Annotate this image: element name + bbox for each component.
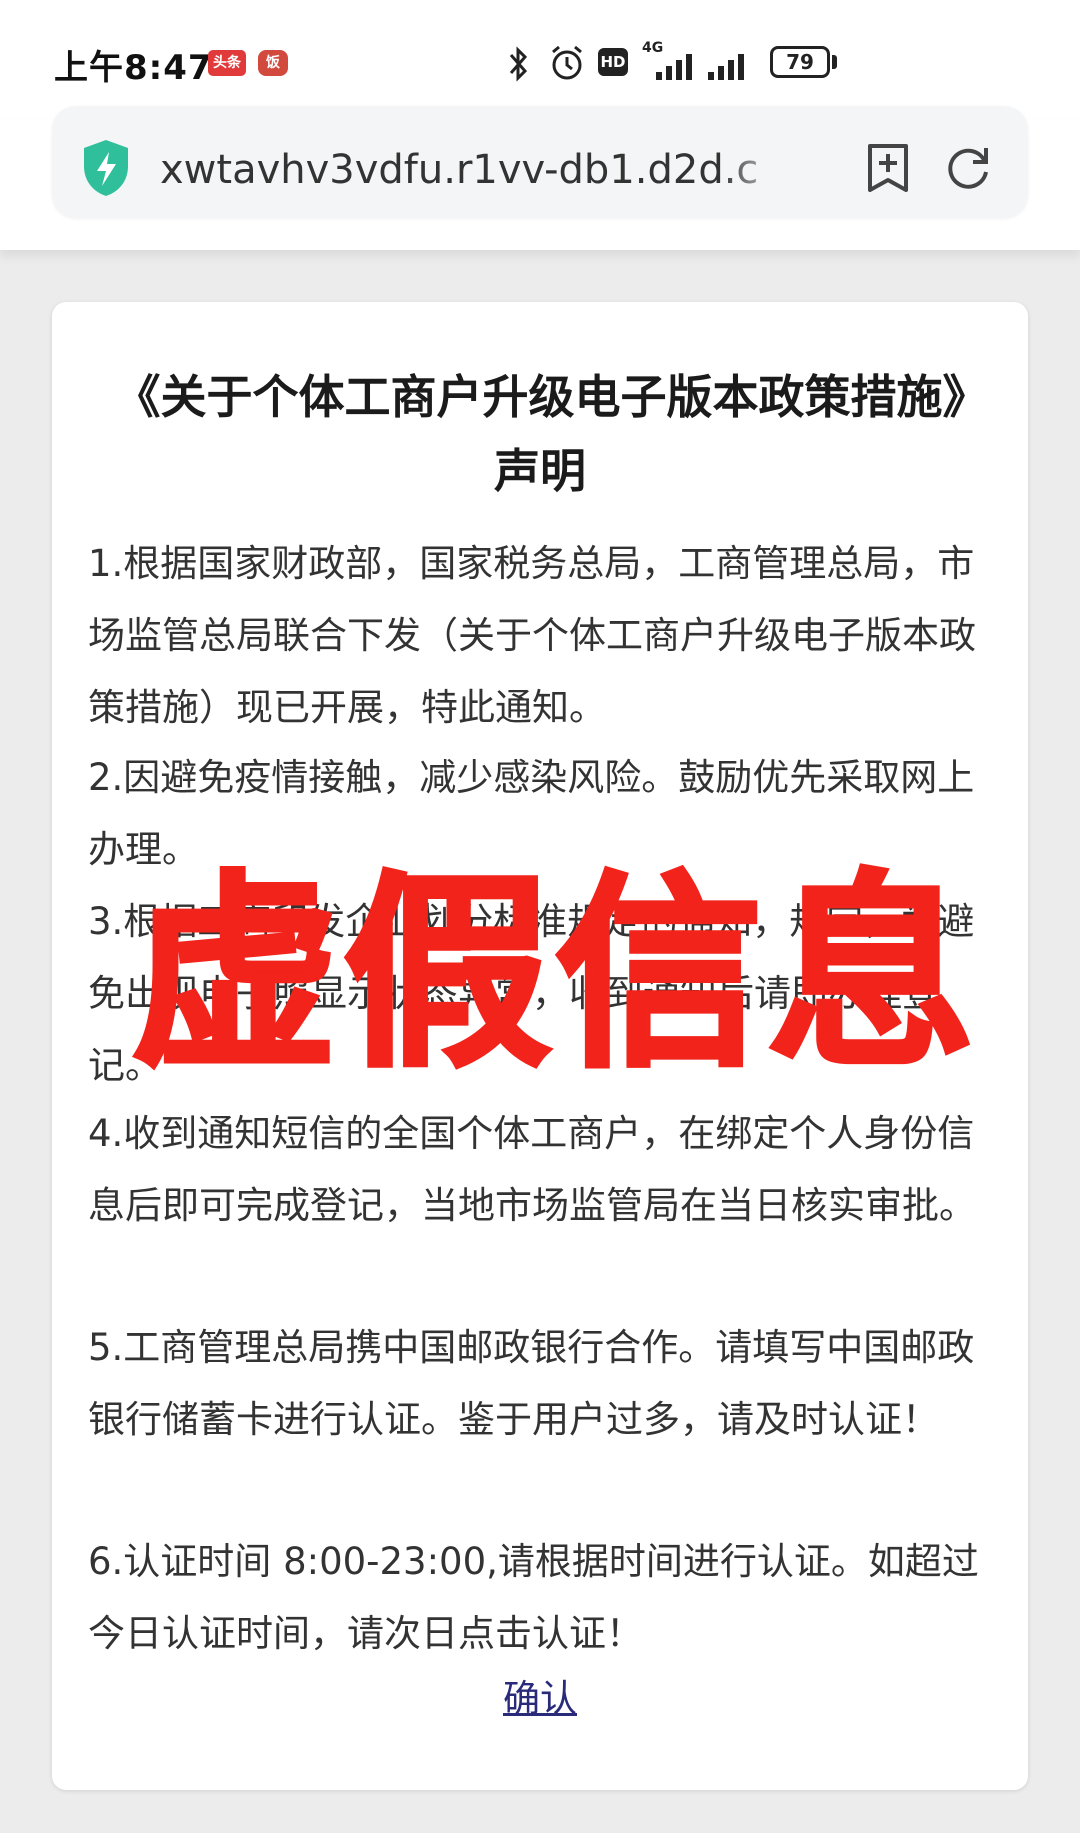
battery-icon: 79: [770, 46, 830, 78]
shield-lightning-icon[interactable]: [80, 138, 132, 198]
status-bar: 上午8:47 头条 饭 HD 4G 79: [0, 0, 1080, 120]
refresh-icon[interactable]: [942, 140, 994, 196]
signal-strength-icon-2: [708, 54, 744, 80]
notice-paragraph-1: 1.根据国家财政部，国家税务总局，工商管理总局，市场监管总局联合下发（关于个体工…: [88, 542, 976, 729]
url-text[interactable]: xwtavhv3vdfu.r1vv-db1.d2d.c: [160, 140, 800, 200]
bluetooth-icon: [509, 46, 528, 82]
alarm-icon: [552, 45, 582, 80]
bookmark-add-icon[interactable]: [862, 140, 914, 196]
status-time: 上午8:47: [54, 48, 213, 88]
url-fade-overlay: [720, 138, 810, 202]
toutiao-app-icon: 头条: [208, 50, 246, 76]
notice-paragraph-6: 6.认证时间 8:00-23:00,请根据时间进行认证。如超过今日认证时间，请次…: [88, 1540, 979, 1655]
battery-level: 79: [786, 50, 814, 74]
notice-paragraph-4: 4.收到通知短信的全国个体工商户，在绑定个人身份信息后即可完成登记，当地市场监管…: [88, 1112, 976, 1227]
signal-strength-icon-1: [656, 54, 692, 80]
confirm-link[interactable]: 确认: [0, 1668, 1080, 1722]
hd-voice-icon: HD: [598, 48, 628, 76]
notice-title: 《关于个体工商户升级电子版本政策措施》声明: [114, 370, 966, 498]
notification-app-icon: 饭: [258, 50, 288, 76]
fake-info-stamp: 虚假信息: [129, 852, 979, 1098]
notice-paragraph-5: 5.工商管理总局携中国邮政银行合作。请填写中国邮政银行储蓄卡进行认证。鉴于用户过…: [88, 1326, 975, 1441]
battery-tip: [832, 55, 837, 69]
